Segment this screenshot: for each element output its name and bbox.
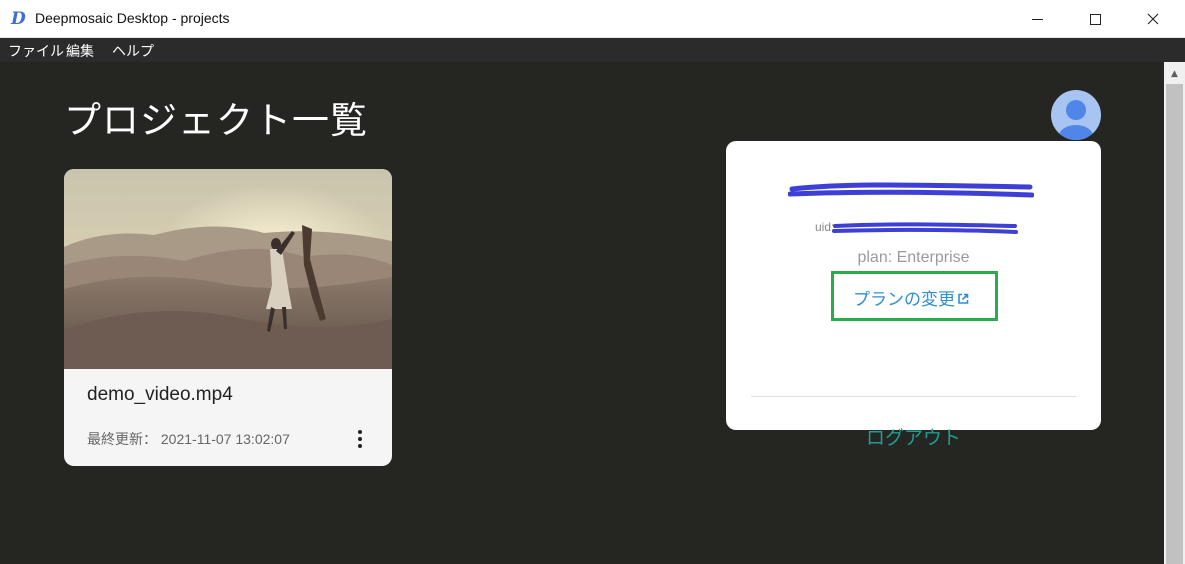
change-plan-label: プランの変更 (853, 290, 955, 310)
close-button[interactable] (1124, 0, 1182, 38)
plan-text: plan: Enterprise (857, 249, 970, 266)
maximize-button[interactable] (1066, 0, 1124, 38)
project-updated: 最終更新： 2021-11-07 13:02:07 (87, 429, 290, 449)
account-popup: uid: plan: Enterprise プランの変更 ログアウト (726, 141, 1101, 449)
menu-bar: ファイル 編集 ヘルプ (0, 38, 1185, 62)
project-name[interactable]: demo_video.mp4 (87, 384, 233, 406)
minimize-icon (1031, 18, 1043, 20)
project-card[interactable]: demo_video.mp4 最終更新： 2021-11-07 13:02:07 (64, 169, 392, 466)
popup-divider (751, 396, 1076, 397)
scroll-thumb[interactable] (1166, 84, 1183, 564)
change-plan-highlight: プランの変更 (831, 271, 998, 321)
updated-value: 2021-11-07 13:02:07 (160, 431, 290, 447)
deepmosaic-logo-icon: D (11, 9, 26, 29)
avatar-icon[interactable] (1051, 90, 1101, 140)
logout-button[interactable]: ログアウト (726, 423, 1101, 450)
vertical-scrollbar[interactable]: ▲ (1164, 62, 1185, 564)
change-plan-link[interactable]: プランの変更 (853, 285, 969, 310)
menu-file[interactable]: ファイル (8, 41, 64, 61)
more-vert-icon[interactable] (348, 427, 372, 451)
app-content: プロジェクト一覧 demo_video.mp4 最終更新： 2021-11-07… (0, 62, 1164, 564)
scroll-up-icon[interactable]: ▲ (1164, 66, 1185, 82)
maximize-icon (1089, 13, 1101, 25)
menu-help[interactable]: ヘルプ (112, 41, 154, 61)
close-icon (1147, 13, 1159, 25)
redacted-name (788, 182, 1034, 198)
project-thumbnail[interactable] (64, 169, 392, 369)
external-link-icon (958, 293, 969, 304)
minimize-button[interactable] (1008, 0, 1066, 38)
updated-label: 最終更新： (87, 431, 157, 447)
window-titlebar: D Deepmosaic Desktop - projects (0, 0, 1185, 38)
menu-edit[interactable]: 編集 (66, 41, 94, 61)
window-title: Deepmosaic Desktop - projects (35, 10, 230, 26)
redacted-uid (832, 222, 1018, 234)
page-title: プロジェクト一覧 (64, 99, 368, 142)
